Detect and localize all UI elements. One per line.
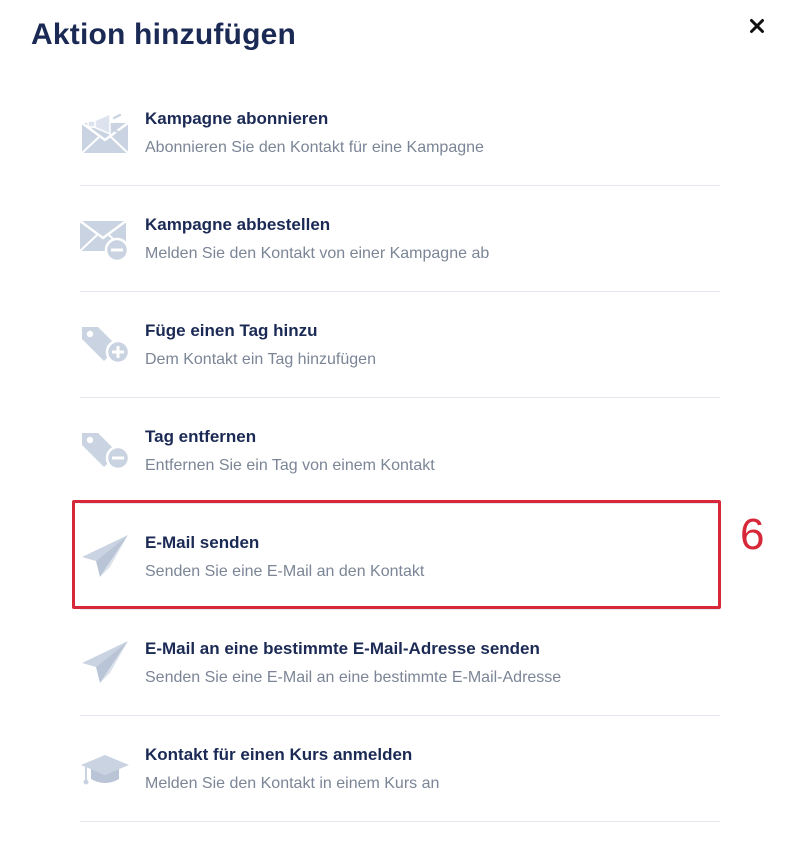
action-item-enroll-course[interactable]: Kontakt für einen Kurs anmelden Melden S… — [80, 716, 720, 822]
close-icon — [750, 19, 764, 33]
campaign-unsubscribe-icon — [80, 219, 130, 263]
action-title: Kontakt für einen Kurs anmelden — [145, 745, 413, 764]
action-item-subscribe-campaign[interactable]: Kampagne abonnieren Abonnieren Sie den K… — [80, 80, 720, 186]
action-item-send-email-to-address[interactable]: E-Mail an eine bestimmte E-Mail-Adresse … — [80, 610, 720, 716]
tag-remove-icon — [82, 433, 130, 471]
tag-add-icon — [82, 327, 130, 365]
action-description: Senden Sie eine E-Mail an eine bestimmte… — [145, 669, 562, 686]
action-title: E-Mail an eine bestimmte E-Mail-Adresse … — [145, 639, 540, 658]
action-list: Kampagne abonnieren Abonnieren Sie den K… — [80, 80, 720, 822]
campaign-subscribe-icon — [81, 112, 129, 154]
action-item-unsubscribe-campaign[interactable]: Kampagne abbestellen Melden Sie den Kont… — [80, 186, 720, 292]
action-item-add-tag[interactable]: Füge einen Tag hinzu Dem Kontakt ein Tag… — [80, 292, 720, 398]
action-title: Füge einen Tag hinzu — [145, 321, 318, 340]
dialog-title: Aktion hinzufügen — [31, 18, 297, 51]
close-button[interactable] — [745, 14, 769, 38]
paper-plane-icon — [82, 535, 128, 577]
action-title: Tag entfernen — [145, 427, 257, 446]
action-title: E-Mail senden — [145, 533, 260, 552]
action-description: Melden Sie den Kontakt in einem Kurs an — [145, 775, 440, 792]
action-description: Melden Sie den Kontakt von einer Kampagn… — [145, 245, 490, 262]
action-title: Kampagne abbestellen — [145, 215, 331, 234]
paper-plane-icon — [82, 641, 128, 683]
action-description: Abonnieren Sie den Kontakt für eine Kamp… — [145, 139, 484, 156]
action-title: Kampagne abonnieren — [145, 109, 329, 128]
graduation-cap-icon — [81, 755, 129, 785]
annotation-step-number: 6 — [740, 510, 765, 559]
action-item-send-email[interactable]: E-Mail senden Senden Sie eine E-Mail an … — [80, 504, 720, 610]
action-item-remove-tag[interactable]: Tag entfernen Entfernen Sie ein Tag von … — [80, 398, 720, 504]
action-description: Senden Sie eine E-Mail an den Kontakt — [145, 563, 425, 580]
action-description: Entfernen Sie ein Tag von einem Kontakt — [145, 457, 435, 474]
action-description: Dem Kontakt ein Tag hinzufügen — [145, 351, 376, 368]
